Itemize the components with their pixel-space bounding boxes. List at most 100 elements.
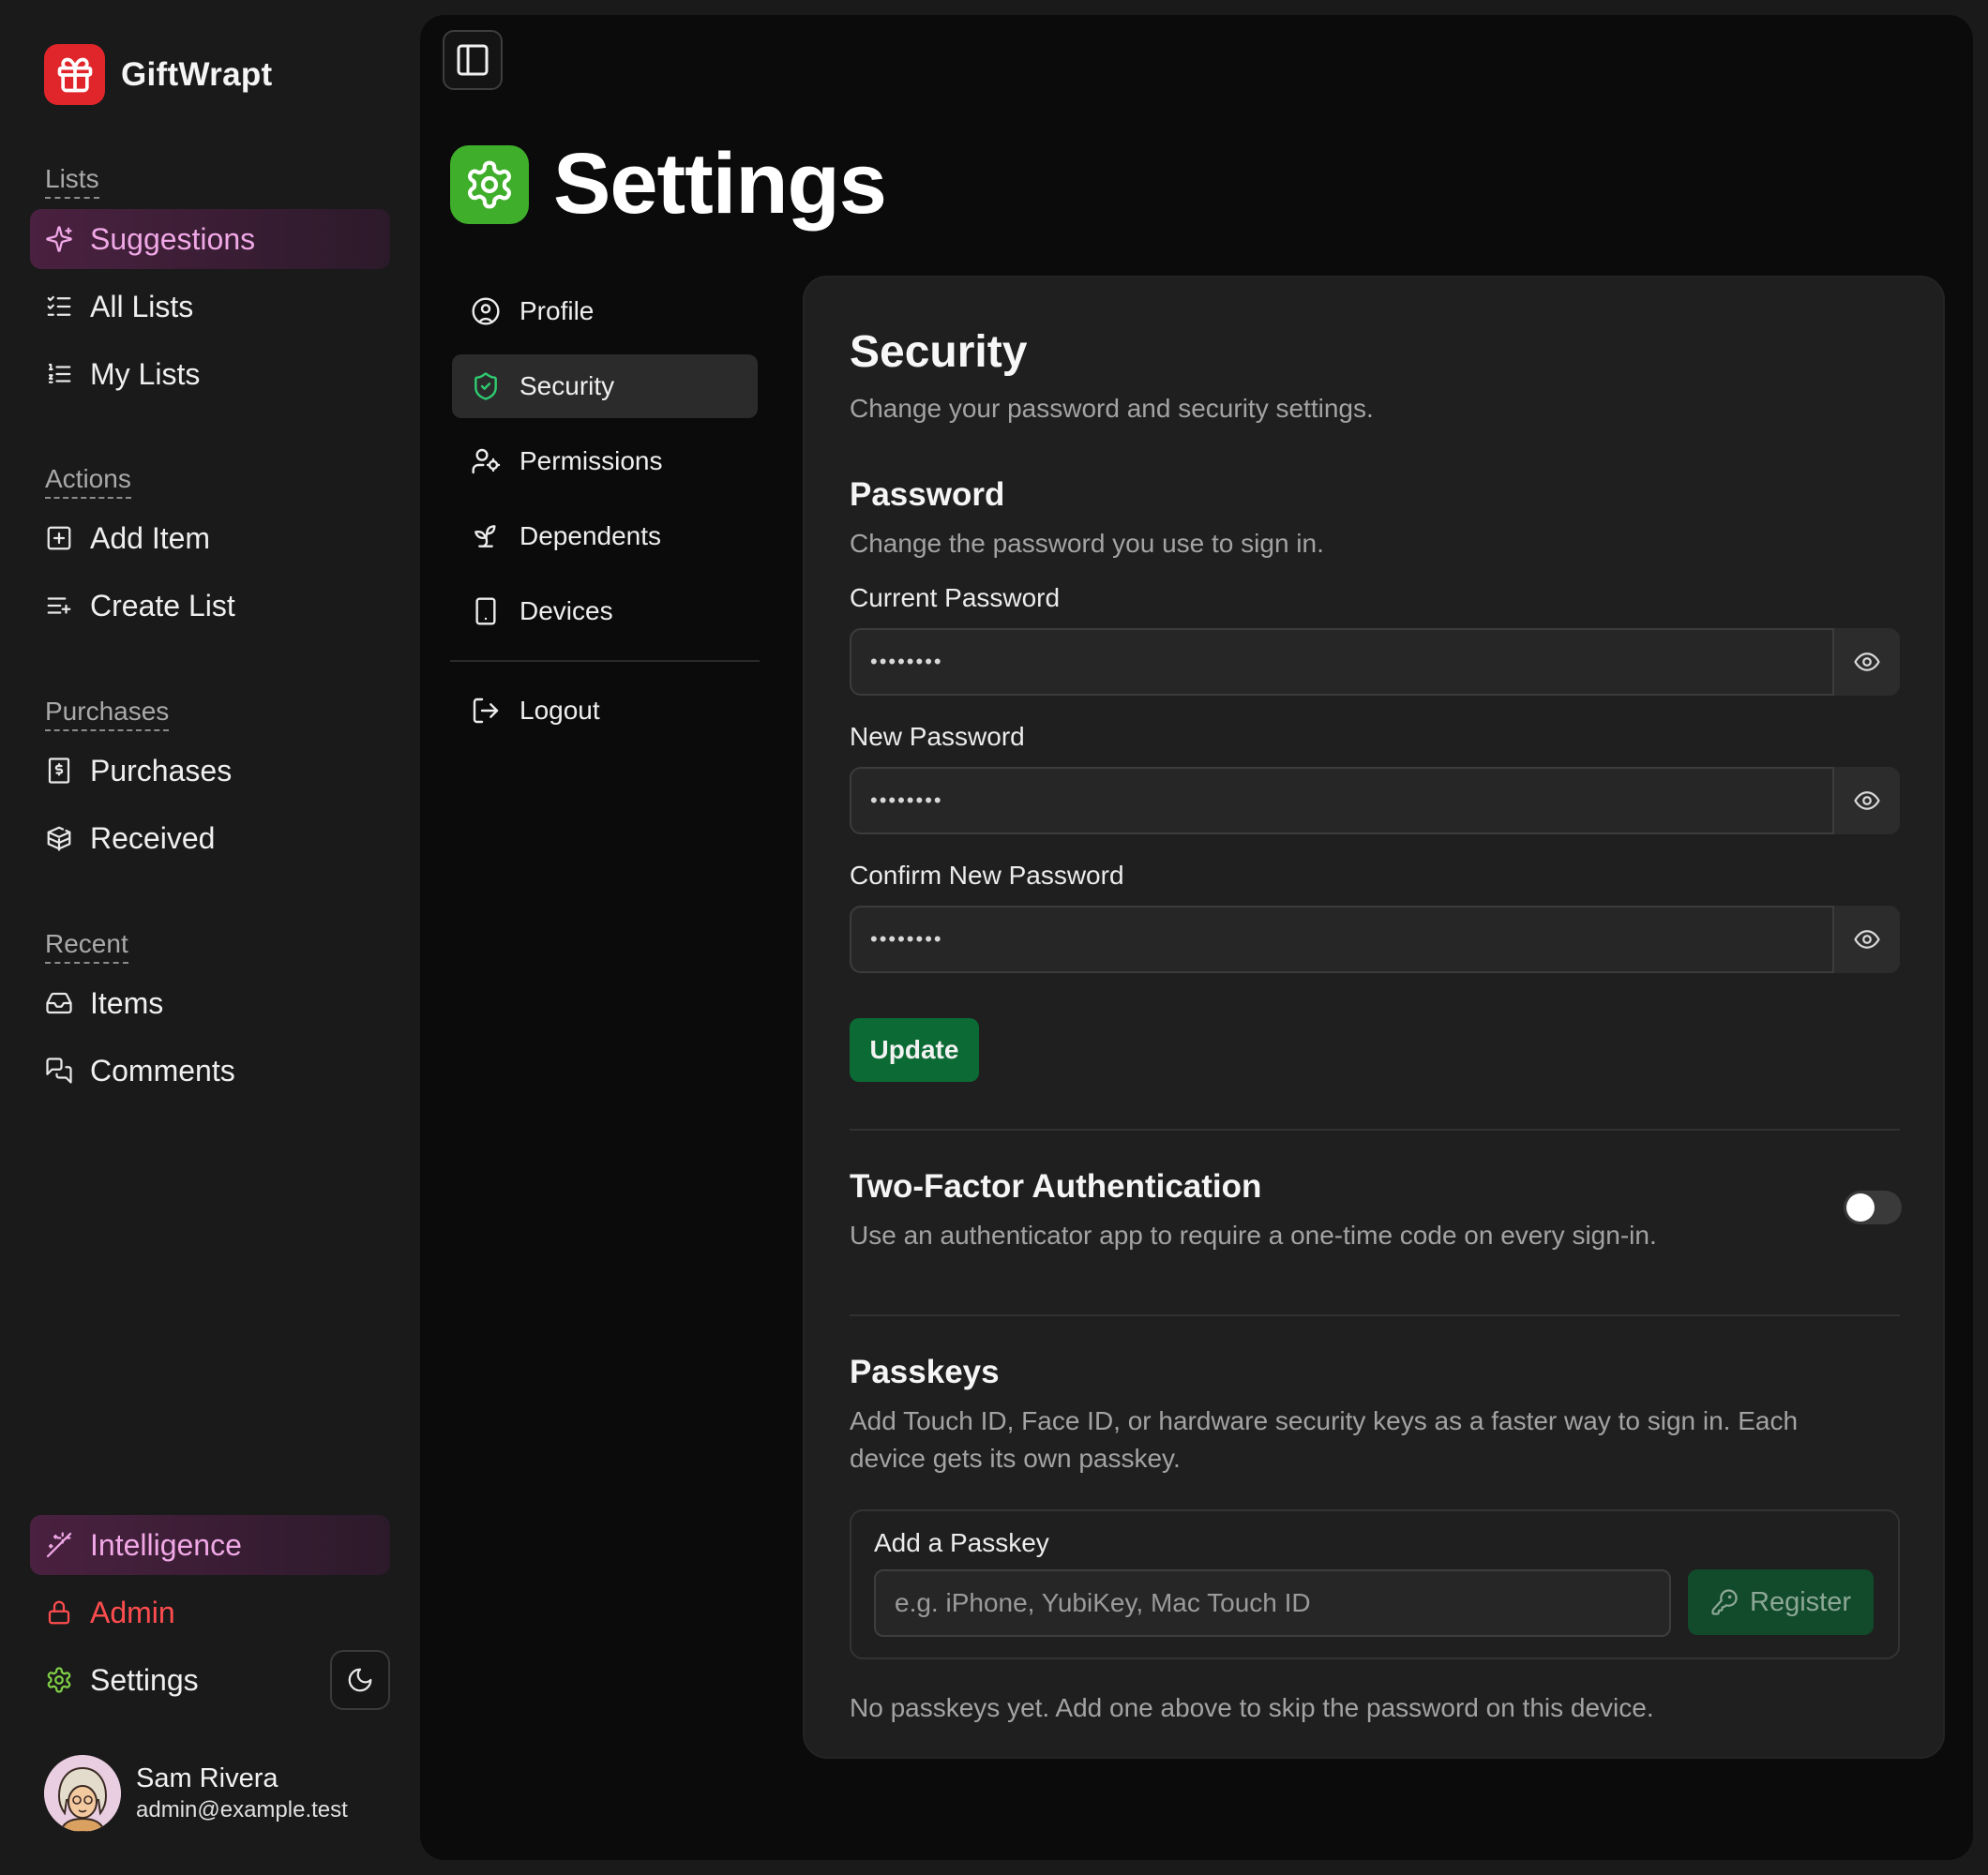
user-profile[interactable]: Sam Rivera admin@example.test bbox=[44, 1755, 348, 1832]
new-password-value[interactable]: •••••••• bbox=[851, 788, 1832, 813]
sidebar-item-my-lists[interactable]: My Lists bbox=[30, 344, 390, 404]
sidebar-toggle-button[interactable] bbox=[443, 30, 503, 90]
gear-icon bbox=[450, 144, 529, 224]
add-passkey-title: Add a Passkey bbox=[874, 1528, 1049, 1557]
sidebar-item-intelligence[interactable]: Intelligence bbox=[30, 1515, 390, 1575]
password-subtitle: Change the password you use to sign in. bbox=[850, 529, 1324, 558]
settings-nav-devices[interactable]: Devices bbox=[452, 579, 758, 643]
section-divider bbox=[850, 1314, 1900, 1316]
two-factor-subtitle: Use an authenticator app to require a on… bbox=[850, 1221, 1657, 1250]
moon-icon bbox=[346, 1666, 374, 1694]
show-current-password-button[interactable] bbox=[1832, 628, 1900, 696]
package-open-icon bbox=[45, 824, 73, 852]
settings-nav-profile[interactable]: Profile bbox=[452, 279, 758, 343]
sidebar-item-label: Received bbox=[90, 820, 216, 855]
security-card: Security Change your password and securi… bbox=[803, 276, 1945, 1759]
main-panel: Settings Profile Security Permissions De… bbox=[420, 15, 1973, 1860]
sidebar-item-create-list[interactable]: Create List bbox=[30, 576, 390, 636]
avatar bbox=[44, 1755, 121, 1832]
page-title: Settings bbox=[553, 136, 887, 232]
brand[interactable]: GiftWrapt bbox=[44, 44, 272, 105]
sidebar: GiftWrapt Lists Suggestions All Lists My… bbox=[0, 0, 420, 1875]
group-title-recent: Recent bbox=[45, 928, 128, 964]
group-title-actions: Actions bbox=[45, 463, 131, 499]
sidebar-item-comments[interactable]: Comments bbox=[30, 1041, 390, 1101]
sidebar-item-label: Settings bbox=[90, 1662, 199, 1697]
user-circle-icon bbox=[471, 296, 501, 326]
group-title-purchases: Purchases bbox=[45, 696, 170, 731]
passkey-name-input[interactable] bbox=[874, 1569, 1671, 1637]
gear-icon bbox=[45, 1666, 73, 1694]
register-passkey-button[interactable]: Register bbox=[1688, 1569, 1874, 1635]
sparkles-icon bbox=[45, 225, 73, 253]
section-divider bbox=[850, 1129, 1900, 1131]
settings-nav-divider bbox=[450, 660, 760, 662]
sidebar-item-label: My Lists bbox=[90, 356, 201, 391]
sidebar-item-all-lists[interactable]: All Lists bbox=[30, 277, 390, 337]
passkeys-subtitle: Add Touch ID, Face ID, or hardware secur… bbox=[850, 1406, 1799, 1473]
settings-nav-label: Logout bbox=[520, 696, 600, 725]
list-plus-icon bbox=[45, 592, 73, 620]
sidebar-item-received[interactable]: Received bbox=[30, 808, 390, 868]
new-password-label: New Password bbox=[850, 722, 1025, 751]
wand-icon bbox=[45, 1531, 73, 1559]
user-cog-icon bbox=[471, 446, 501, 476]
lock-icon bbox=[45, 1598, 73, 1627]
current-password-value[interactable]: •••••••• bbox=[851, 650, 1832, 674]
two-factor-title: Two-Factor Authentication bbox=[850, 1168, 1262, 1205]
sidebar-item-label: Items bbox=[90, 985, 164, 1020]
confirm-password-label: Confirm New Password bbox=[850, 861, 1124, 890]
toggle-knob bbox=[1846, 1193, 1875, 1222]
sidebar-item-label: Intelligence bbox=[90, 1527, 242, 1562]
user-name: Sam Rivera bbox=[136, 1763, 279, 1793]
sidebar-item-suggestions[interactable]: Suggestions bbox=[30, 209, 390, 269]
user-email: admin@example.test bbox=[136, 1797, 348, 1822]
confirm-password-value[interactable]: •••••••• bbox=[851, 927, 1832, 952]
gift-icon bbox=[44, 44, 105, 105]
sidebar-item-label: Add Item bbox=[90, 520, 211, 555]
sprout-icon bbox=[471, 521, 501, 551]
inbox-icon bbox=[45, 989, 73, 1017]
sidebar-item-settings[interactable]: Settings bbox=[30, 1650, 311, 1710]
settings-nav-label: Permissions bbox=[520, 446, 663, 475]
sidebar-item-items[interactable]: Items bbox=[30, 973, 390, 1033]
settings-nav-label: Profile bbox=[520, 296, 595, 325]
security-title: Security bbox=[850, 327, 1028, 377]
password-title: Password bbox=[850, 476, 1005, 513]
eye-icon bbox=[1853, 787, 1881, 815]
two-factor-toggle[interactable] bbox=[1844, 1191, 1902, 1224]
plus-square-icon bbox=[45, 524, 73, 552]
show-confirm-password-button[interactable] bbox=[1832, 906, 1900, 973]
group-title-lists: Lists bbox=[45, 163, 99, 199]
settings-nav-label: Devices bbox=[520, 596, 613, 625]
current-password-field[interactable]: •••••••• bbox=[850, 628, 1900, 696]
sidebar-item-label: Admin bbox=[90, 1595, 175, 1629]
receipt-icon bbox=[45, 757, 73, 785]
messages-icon bbox=[45, 1057, 73, 1085]
eye-icon bbox=[1853, 925, 1881, 953]
settings-nav-permissions[interactable]: Permissions bbox=[452, 429, 758, 493]
settings-nav-label: Dependents bbox=[520, 521, 662, 550]
register-label: Register bbox=[1750, 1586, 1851, 1617]
sidebar-item-label: Comments bbox=[90, 1053, 235, 1088]
sidebar-item-label: Create List bbox=[90, 588, 235, 622]
passkeys-empty-text: No passkeys yet. Add one above to skip t… bbox=[850, 1693, 1654, 1722]
sidebar-item-admin[interactable]: Admin bbox=[30, 1582, 390, 1642]
settings-nav-security[interactable]: Security bbox=[452, 354, 758, 418]
sidebar-item-add-item[interactable]: Add Item bbox=[30, 508, 390, 568]
new-password-field[interactable]: •••••••• bbox=[850, 767, 1900, 834]
settings-nav-logout[interactable]: Logout bbox=[452, 679, 758, 742]
update-password-button[interactable]: Update bbox=[850, 1018, 979, 1082]
panel-left-icon bbox=[454, 41, 491, 79]
list-ordered-icon bbox=[45, 360, 73, 388]
sidebar-item-label: Suggestions bbox=[90, 221, 256, 256]
theme-toggle-button[interactable] bbox=[330, 1650, 390, 1710]
show-new-password-button[interactable] bbox=[1832, 767, 1900, 834]
key-icon bbox=[1710, 1588, 1750, 1616]
passkeys-title: Passkeys bbox=[850, 1354, 1000, 1390]
sidebar-item-purchases[interactable]: Purchases bbox=[30, 741, 390, 801]
list-checks-icon bbox=[45, 292, 73, 321]
confirm-password-field[interactable]: •••••••• bbox=[850, 906, 1900, 973]
smartphone-icon bbox=[471, 596, 501, 626]
settings-nav-dependents[interactable]: Dependents bbox=[452, 504, 758, 568]
